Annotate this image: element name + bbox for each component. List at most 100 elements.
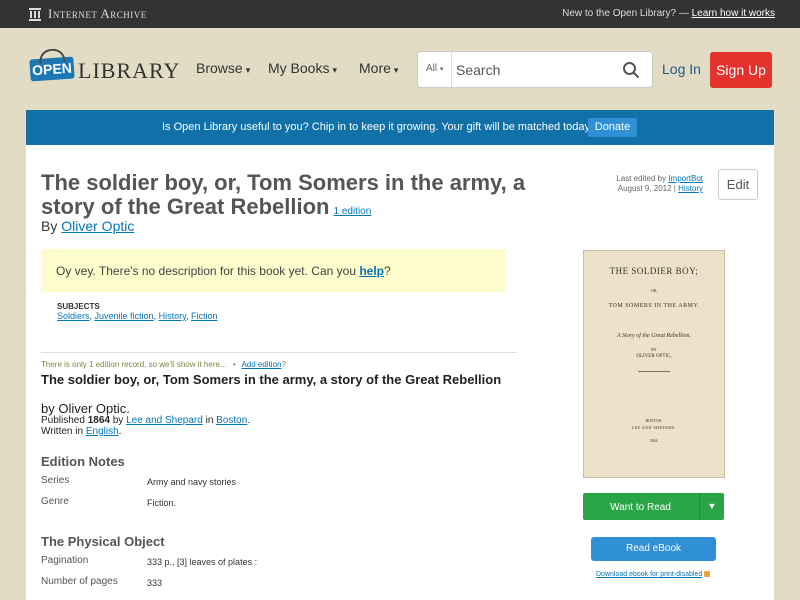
download-label: Download ebook for print-disabled [596, 571, 703, 578]
donate-button[interactable]: Donate [588, 118, 637, 137]
edition-title: The soldier boy, or, Tom Somers in the a… [41, 372, 502, 387]
nav-browse-label: Browse [196, 60, 243, 76]
archive-building-icon [29, 8, 41, 21]
chevron-down-icon: ▾ [332, 65, 337, 75]
last-edited-label: Last edited by [616, 174, 667, 183]
nav-my-books-label: My Books [268, 60, 330, 76]
cover-city: BOSTON: [645, 418, 663, 423]
ia-logo-text: Internet Archive [48, 6, 147, 21]
edit-date: August 9, 2012 [617, 184, 672, 193]
logo-library-text: LIBRARY [78, 58, 181, 83]
read-ebook-button[interactable]: Read eBook [591, 537, 716, 561]
help-link[interactable]: help [359, 264, 384, 278]
subject-link[interactable]: Fiction [191, 311, 218, 321]
nav-browse[interactable]: Browse ▾ [196, 60, 250, 76]
editor-link[interactable]: ImportBot [668, 174, 703, 183]
edition-notes-heading: Edition Notes [41, 454, 125, 469]
cover-or: OR, [650, 288, 658, 293]
add-edition-link[interactable]: Add edition [241, 360, 281, 369]
subject-link[interactable]: History [159, 311, 186, 321]
pages-key: Number of pages [41, 576, 118, 587]
lock-icon [704, 571, 711, 577]
publisher-link[interactable]: Lee and Shepard [126, 415, 203, 426]
want-to-read-label: Want to Read [610, 502, 671, 513]
signup-button[interactable]: Sign Up [710, 52, 772, 88]
search-icon[interactable] [622, 61, 640, 79]
search-input[interactable] [456, 60, 616, 80]
open-library-logo[interactable]: OPEN LIBRARY [28, 50, 179, 88]
edition-count-link[interactable]: 1 edition [334, 206, 372, 217]
ia-top-bar: Internet Archive New to the Open Library… [0, 0, 800, 28]
subject-link[interactable]: Juvenile fiction [95, 311, 154, 321]
cover-publisher: LEE AND SHEPARD. [631, 425, 677, 430]
cover-title: THE SOLDIER BOY; [609, 266, 699, 276]
language-link[interactable]: English [86, 426, 119, 437]
search-bar: All ▾ [417, 51, 653, 88]
pub-in-label: in [205, 415, 214, 426]
divider [41, 352, 517, 353]
donation-message: Is Open Library useful to you? Chip in t… [162, 121, 594, 133]
place-link[interactable]: Boston [216, 415, 247, 426]
single-edition-notice: There is only 1 edition record, so we'll… [41, 360, 286, 369]
last-edited-info: Last edited by ImportBot August 9, 2012 … [616, 174, 703, 193]
single-edition-text: There is only 1 edition record, so we'll… [41, 360, 227, 369]
login-link[interactable]: Log In [662, 61, 701, 77]
ia-new-user-message: New to the Open Library? — Learn how it … [562, 8, 775, 19]
subjects-heading: SUBJECTS [57, 302, 100, 311]
work-byline: By Oliver Optic [41, 218, 134, 234]
history-link[interactable]: History [678, 184, 703, 193]
pages-value: 333 [147, 578, 163, 588]
written-in-label: Written in [41, 426, 84, 437]
by-label: By [41, 218, 58, 234]
learn-how-link[interactable]: Learn how it works [692, 8, 775, 19]
want-to-read-button[interactable]: Want to Read ▼ [583, 493, 724, 520]
physical-object-heading: The Physical Object [41, 534, 165, 549]
site-header: OPEN LIBRARY Browse ▾ My Books ▾ More ▾ All… [0, 28, 800, 110]
series-key: Series [41, 475, 70, 486]
genre-value: Fiction. [147, 498, 177, 508]
search-scope-select[interactable]: All ▾ [426, 63, 443, 74]
work-title-text: The soldier boy, or, Tom Somers in the a… [41, 170, 526, 219]
ia-logo[interactable]: Internet Archive [28, 6, 147, 22]
book-cover[interactable]: THE SOLDIER BOY; OR, TOM SOMERS IN THE A… [583, 250, 725, 478]
publication-info: Published 1864 by Lee and Shepard in Bos… [41, 415, 251, 437]
no-description-notice: Oy vey. There's no description for this … [41, 249, 505, 292]
search-divider [451, 52, 452, 87]
no-description-suffix: ? [384, 264, 391, 278]
nav-more-label: More [359, 60, 391, 76]
cover-by: BY [651, 347, 657, 352]
chevron-down-icon: ▾ [439, 66, 444, 73]
no-description-text: Oy vey. There's no description for this … [56, 264, 356, 278]
published-label: Published [41, 415, 85, 426]
subjects-list: Soldiers, Juvenile fiction, History, Fic… [57, 311, 218, 321]
cover-tagline: A Story of the Great Rebellion. [617, 333, 691, 339]
chevron-down-icon: ▾ [245, 65, 251, 75]
cover-author: OLIVER OPTIC, [636, 354, 672, 359]
logo-open-sign: OPEN [29, 56, 75, 82]
work-title: The soldier boy, or, Tom Somers in the a… [41, 171, 581, 224]
edit-button[interactable]: Edit [718, 169, 758, 200]
cover-year: 1864. [649, 438, 659, 443]
nav-more[interactable]: More ▾ [359, 60, 398, 76]
add-edition-q: ? [281, 360, 286, 369]
edition-byline: by Oliver Optic. [41, 401, 130, 416]
main-content: The soldier boy, or, Tom Somers in the a… [26, 145, 774, 600]
nav-my-books[interactable]: My Books ▾ [268, 60, 337, 76]
chevron-down-icon[interactable]: ▼ [699, 493, 724, 520]
cover-subtitle: TOM SOMERS IN THE ARMY. [608, 303, 700, 309]
download-print-disabled-link[interactable]: Download ebook for print-disabled [596, 571, 711, 578]
donation-banner: Is Open Library useful to you? Chip in t… [26, 110, 774, 145]
cover-rule [638, 371, 670, 372]
series-value: Army and navy stories [147, 477, 237, 487]
chevron-down-icon: ▾ [393, 65, 399, 75]
genre-key: Genre [41, 496, 69, 507]
publish-year: 1864 [87, 415, 110, 426]
pagination-value: 333 p., [3] leaves of plates : [147, 557, 258, 567]
bullet-separator: • [232, 360, 236, 369]
pub-by-label: by [112, 415, 124, 426]
ia-new-text: New to the Open Library? — [562, 8, 689, 19]
author-link[interactable]: Oliver Optic [61, 218, 134, 234]
pagination-key: Pagination [41, 555, 89, 566]
subject-link[interactable]: Soldiers [57, 311, 90, 321]
search-scope-label: All [426, 63, 438, 74]
